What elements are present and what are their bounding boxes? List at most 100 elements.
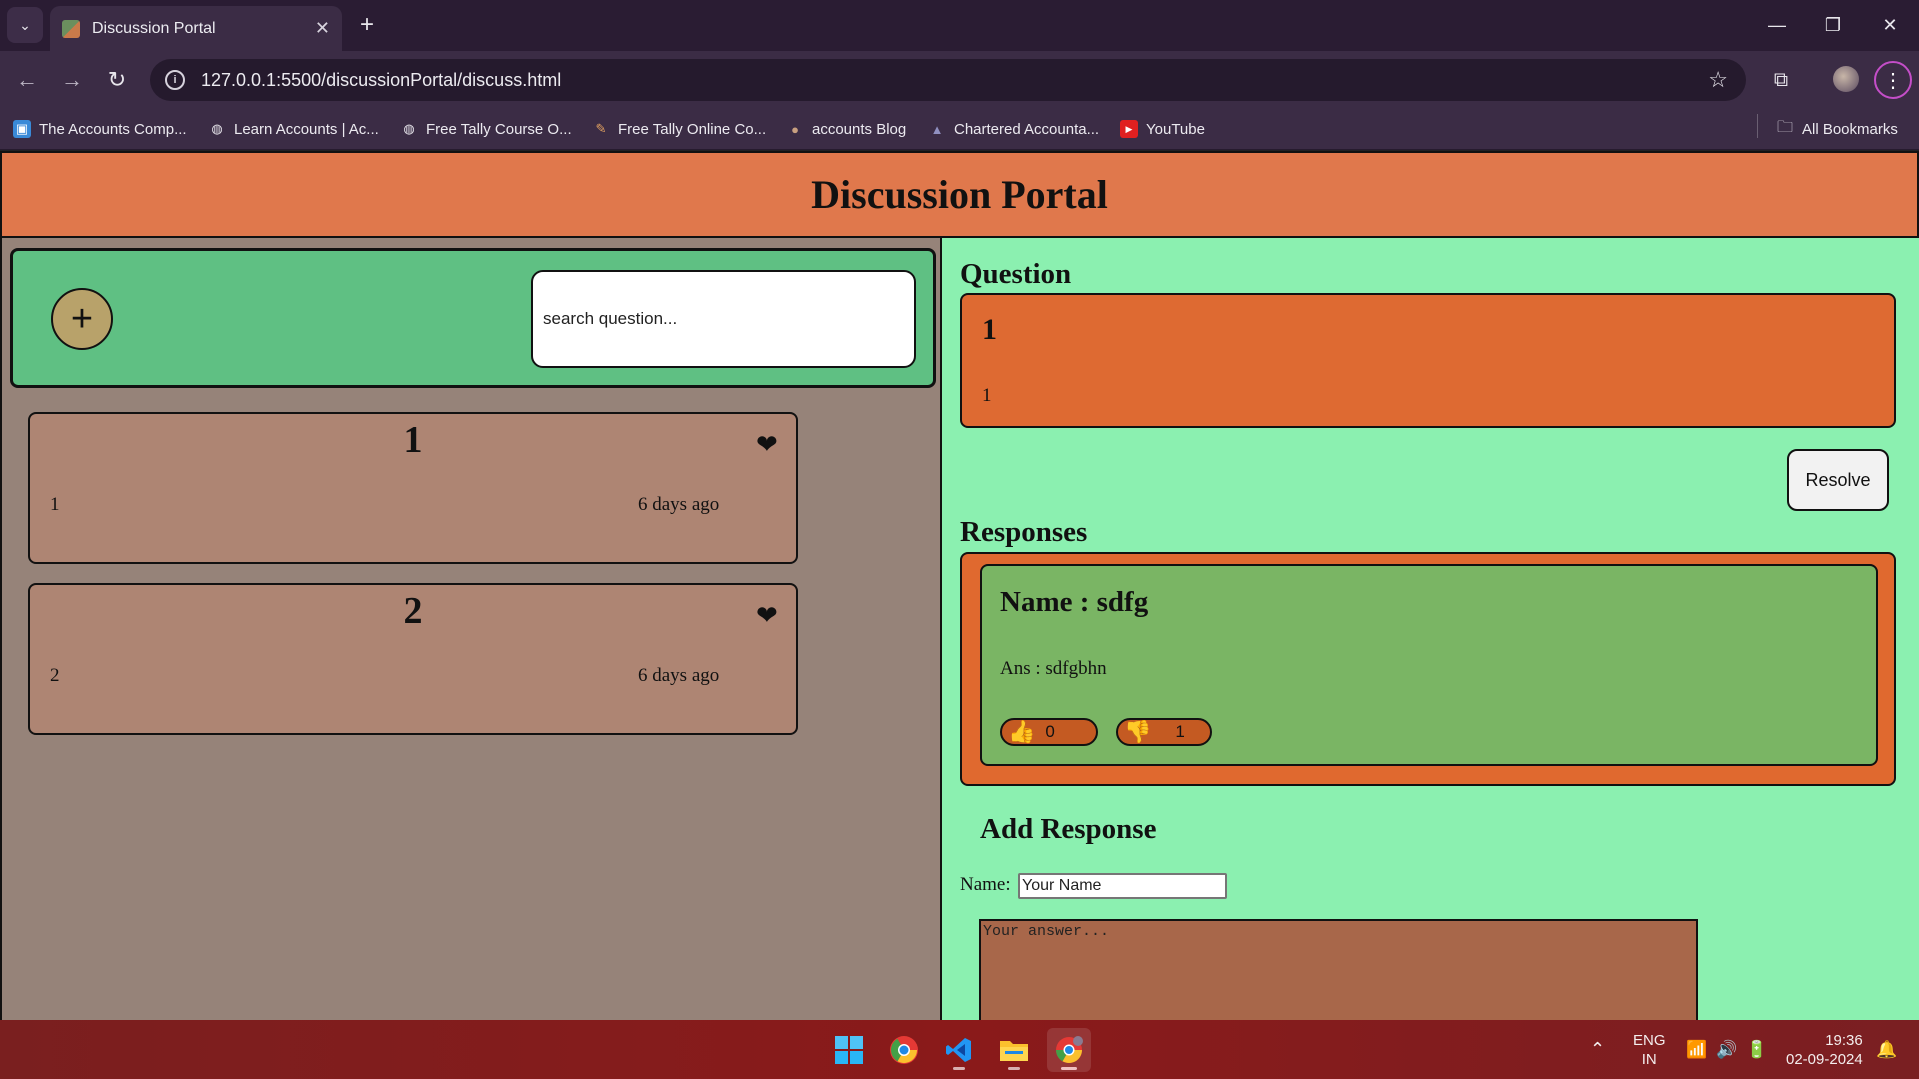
- bookmark-item[interactable]: ● accounts Blog: [786, 118, 906, 140]
- question-card-time: 6 days ago: [638, 494, 720, 515]
- question-card-description: 1: [50, 494, 60, 515]
- like-count: 0: [1045, 722, 1055, 741]
- bookmark-label: Free Tally Online Co...: [618, 120, 767, 138]
- bookmark-label: YouTube: [1146, 120, 1205, 138]
- tab-favicon-icon: [62, 19, 80, 38]
- app-running-indicator: [953, 1067, 965, 1070]
- bookmark-label: Chartered Accounta...: [954, 120, 1100, 138]
- file-explorer-icon[interactable]: [992, 1028, 1036, 1072]
- responses-heading: Responses: [960, 516, 1088, 548]
- page-title: Discussion Portal: [811, 172, 1108, 217]
- question-card-title: 1: [403, 419, 423, 461]
- name-label: Name:: [960, 874, 1011, 895]
- portal-header: Discussion Portal: [0, 151, 1919, 238]
- resolve-button[interactable]: Resolve: [1787, 449, 1889, 511]
- tab-search-chevron-icon[interactable]: ⌄: [7, 7, 43, 43]
- all-bookmarks-button[interactable]: 🗀 All Bookmarks: [1776, 118, 1898, 140]
- response-card: Name : sdfg Ans : sdfgbhn 👍 0 👎 1: [980, 564, 1878, 766]
- bookmark-item[interactable]: ▲ Chartered Accounta...: [928, 118, 1100, 140]
- question-detail-pane: Question 1 1 Resolve Responses Name : sd…: [944, 238, 1919, 1020]
- question-card-time: 6 days ago: [638, 665, 720, 686]
- page-viewport: Discussion Portal + 1 ❤ 1 6 days ago 2 ❤…: [0, 151, 1919, 1020]
- response-name: Name : sdfg: [1000, 586, 1149, 618]
- chrome-profile-icon[interactable]: [1047, 1028, 1091, 1072]
- bookmark-label: Learn Accounts | Ac...: [234, 120, 379, 138]
- thumbs-down-icon: 👎: [1124, 719, 1152, 744]
- site-icon: ✎: [595, 121, 607, 136]
- bookmark-label: The Accounts Comp...: [39, 120, 187, 138]
- tab-close-icon[interactable]: ✕: [315, 18, 330, 39]
- youtube-icon: ▶: [1120, 120, 1138, 138]
- bookmark-label: accounts Blog: [812, 120, 907, 138]
- browser-toolbar: ← → ↻ i 127.0.0.1:5500/discussionPortal/…: [0, 51, 1919, 108]
- bookmark-item[interactable]: ◍ Learn Accounts | Ac...: [208, 118, 379, 140]
- question-heading: Question: [960, 258, 1072, 290]
- search-input[interactable]: [531, 270, 916, 368]
- like-button[interactable]: 👍 0: [1000, 718, 1098, 746]
- question-toolbar: +: [10, 248, 936, 388]
- restore-icon[interactable]: ❐: [1811, 8, 1855, 42]
- bookmark-item[interactable]: ▣ The Accounts Comp...: [13, 118, 187, 140]
- site-icon: ●: [791, 121, 799, 137]
- bookmark-item[interactable]: ▶ YouTube: [1120, 118, 1205, 140]
- question-card-title: 2: [403, 590, 423, 632]
- window-close-icon[interactable]: ✕: [1868, 8, 1912, 42]
- windows-start-icon[interactable]: [827, 1028, 871, 1072]
- address-bar[interactable]: i 127.0.0.1:5500/discussionPortal/discus…: [150, 59, 1746, 101]
- volume-icon[interactable]: 🔊: [1716, 1020, 1737, 1079]
- clock[interactable]: 19:36 02-09-2024: [1786, 1020, 1863, 1079]
- minimize-icon[interactable]: —: [1755, 8, 1799, 42]
- profile-avatar[interactable]: [1833, 66, 1859, 92]
- responses-container: Name : sdfg Ans : sdfgbhn 👍 0 👎 1: [960, 552, 1896, 786]
- bookmarks-bar: ▣ The Accounts Comp... ◍ Learn Accounts | …: [0, 108, 1919, 150]
- question-card[interactable]: 1 ❤ 1 6 days ago: [28, 412, 798, 564]
- add-question-button[interactable]: +: [51, 288, 113, 350]
- site-icon: ▲: [930, 121, 944, 137]
- question-description: 1: [982, 385, 992, 406]
- site-info-icon[interactable]: i: [165, 70, 185, 90]
- forward-arrow-icon[interactable]: →: [57, 65, 87, 95]
- tray-overflow-icon[interactable]: ⌃: [1590, 1020, 1605, 1079]
- battery-icon[interactable]: 🔋: [1746, 1020, 1767, 1079]
- region-code: IN: [1641, 1050, 1657, 1068]
- clock-time: 19:36: [1825, 1031, 1863, 1049]
- browser-menu-icon[interactable]: ⋮: [1874, 61, 1912, 99]
- question-card[interactable]: 2 ❤ 2 6 days ago: [28, 583, 798, 735]
- browser-tab[interactable]: Discussion Portal ✕: [50, 6, 342, 51]
- question-list-pane: + 1 ❤ 1 6 days ago 2 ❤ 2 6 days ago: [0, 238, 942, 1020]
- language-code: ENG: [1633, 1031, 1666, 1049]
- back-arrow-icon[interactable]: ←: [12, 65, 42, 95]
- globe-icon: ◍: [403, 121, 415, 136]
- browser-tabstrip: ⌄ Discussion Portal ✕ + — ❐ ✕: [0, 0, 1919, 51]
- question-detail-box: 1 1: [960, 293, 1896, 428]
- folder-icon: 🗀: [1776, 118, 1793, 136]
- heart-icon[interactable]: ❤: [756, 430, 778, 460]
- chrome-icon[interactable]: [882, 1028, 926, 1072]
- language-indicator[interactable]: ENG IN: [1633, 1020, 1666, 1079]
- wifi-icon[interactable]: 📶: [1686, 1020, 1707, 1079]
- name-input[interactable]: [1018, 873, 1227, 899]
- app-active-indicator: [1061, 1067, 1077, 1070]
- bookmark-label: Free Tally Course O...: [426, 120, 572, 138]
- bookmark-star-icon[interactable]: ☆: [1708, 67, 1728, 93]
- reload-icon[interactable]: ↻: [102, 65, 132, 95]
- dislike-count: 1: [1175, 722, 1185, 741]
- app-running-indicator: [1008, 1067, 1020, 1070]
- bookmark-item[interactable]: ✎ Free Tally Online Co...: [592, 118, 767, 140]
- clock-date: 02-09-2024: [1786, 1050, 1863, 1068]
- heart-icon[interactable]: ❤: [756, 601, 778, 631]
- new-tab-button[interactable]: +: [352, 10, 382, 40]
- tab-title: Discussion Portal: [92, 19, 216, 37]
- bookmark-item[interactable]: ◍ Free Tally Course O...: [400, 118, 572, 140]
- site-icon: ▣: [13, 120, 31, 138]
- notification-bell-icon[interactable]: 🔔: [1876, 1020, 1897, 1079]
- all-bookmarks-label: All Bookmarks: [1802, 120, 1898, 138]
- extensions-icon[interactable]: ⧉: [1766, 65, 1796, 95]
- vscode-icon[interactable]: [937, 1028, 981, 1072]
- add-response-heading: Add Response: [980, 813, 1157, 845]
- globe-icon: ◍: [211, 121, 223, 136]
- answer-textarea[interactable]: [979, 919, 1698, 1020]
- dislike-button[interactable]: 👎 1: [1116, 718, 1212, 746]
- question-card-description: 2: [50, 665, 60, 686]
- url-text[interactable]: 127.0.0.1:5500/discussionPortal/discuss.…: [201, 70, 1708, 91]
